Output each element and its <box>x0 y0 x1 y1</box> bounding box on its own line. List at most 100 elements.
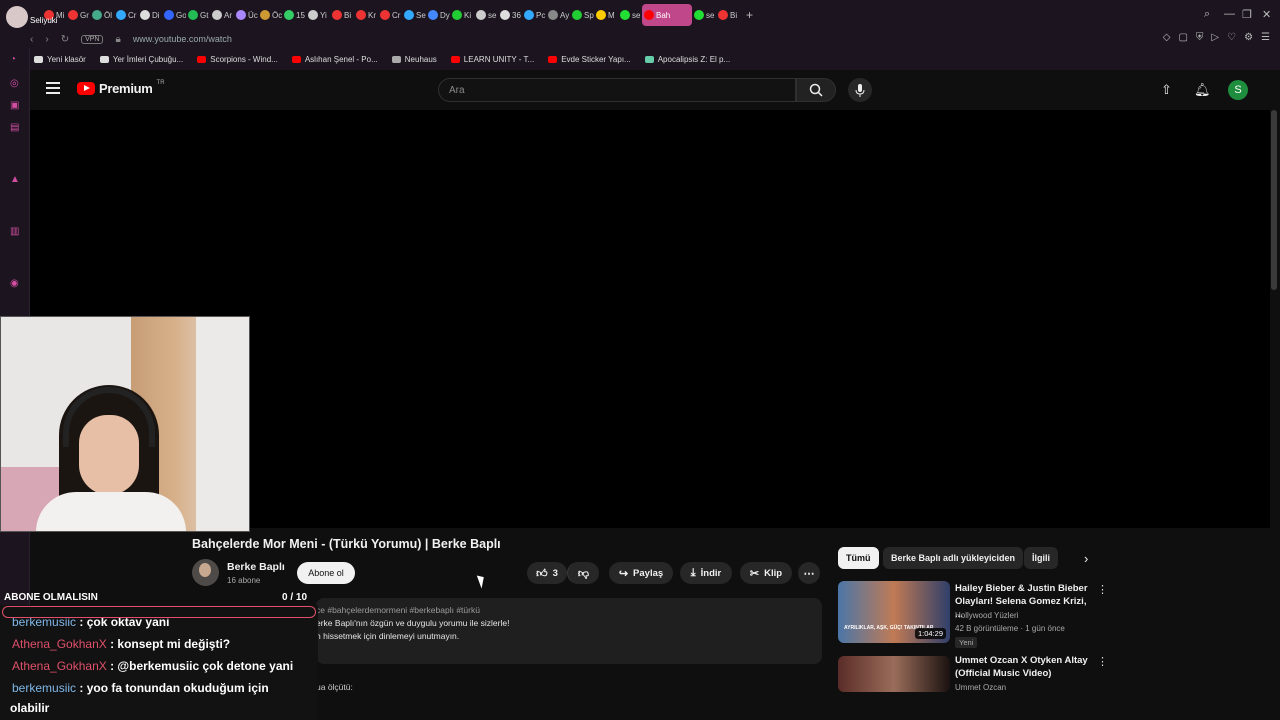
browser-tab[interactable]: Pc <box>522 4 546 26</box>
browser-tab[interactable]: Se <box>402 4 426 26</box>
browser-tab[interactable]: Öc <box>258 4 282 26</box>
browser-tab[interactable]: Bi <box>716 4 740 26</box>
subscriber-goal-label: ABONE OLMALISIN <box>4 592 98 603</box>
browser-tab[interactable]: Di <box>138 4 162 26</box>
heart-icon[interactable]: ♡ <box>1227 32 1236 43</box>
bookmarks-bar: Yeni klasör Yer İmleri Çubuğu... Scorpions… <box>0 48 1280 70</box>
bookmark-item[interactable]: Aslıhan Şenel - Po... <box>291 55 378 64</box>
channel-avatar[interactable] <box>192 559 219 586</box>
description-tags: ce #bahçelerdemormeni #berkebaplı #türkü <box>316 605 480 615</box>
page-scrollbar[interactable] <box>1271 110 1277 290</box>
related-thumbnail-1[interactable]: AYRILIKLAR, AŞK, GÜÇ! TAKINTILAR 1:04:29 <box>838 581 950 643</box>
profile-label: Seliyuki <box>30 16 58 25</box>
notifications-bell-icon[interactable]: 🔔︎ <box>1194 82 1211 98</box>
vpn-badge[interactable]: VPN <box>81 34 104 44</box>
shield-icon[interactable]: ⛨ <box>1196 32 1204 43</box>
bookmark-item[interactable]: Scorpions - Wind... <box>197 55 278 64</box>
chip-all[interactable]: Tümü <box>838 547 879 569</box>
like-button[interactable]: 👍︎ 3 <box>527 562 567 584</box>
browser-tab[interactable]: Üc <box>234 4 258 26</box>
browser-tab[interactable]: Sp <box>570 4 594 26</box>
minimize-icon[interactable]: — <box>1224 8 1235 20</box>
bookmark-item[interactable]: Apocalipsis Z: El p... <box>644 54 731 64</box>
browser-tab[interactable]: Cr <box>114 4 138 26</box>
url-field[interactable]: www.youtube.com/watch <box>133 34 232 44</box>
chip-from-uploader[interactable]: Berke Baplı adlı yükleyiciden <box>883 547 1024 569</box>
dislike-button[interactable]: 👎︎ <box>567 562 599 584</box>
youtube-logo[interactable]: Premium TR <box>77 80 165 96</box>
sidebar-history-icon[interactable]: ◔ <box>10 54 16 65</box>
bookmark-label: Apocalipsis Z: El p... <box>657 54 731 64</box>
search-button[interactable] <box>796 78 836 102</box>
browser-tab[interactable]: se <box>474 4 498 26</box>
browser-tab[interactable]: Go <box>162 4 186 26</box>
sidebar-player-icon[interactable]: ◉ <box>10 278 19 289</box>
bookmark-item[interactable]: Neuhaus <box>391 55 437 64</box>
browser-tab[interactable]: Ar <box>210 4 234 26</box>
forward-icon[interactable]: › <box>45 34 48 45</box>
bookmark-item[interactable]: Evde Sticker Yapı... <box>548 55 631 64</box>
reload-icon[interactable]: ↻ <box>61 34 69 45</box>
browser-tab[interactable]: Ay <box>546 4 570 26</box>
more-vertical-icon[interactable]: ⋮ <box>1097 655 1108 668</box>
voice-search-button[interactable] <box>848 78 872 102</box>
browser-tab[interactable]: Cr <box>378 4 402 26</box>
upload-icon[interactable]: ⇧ <box>1161 82 1172 98</box>
tab-label: Öl <box>104 10 112 20</box>
share-button[interactable]: ↪ Paylaş <box>609 562 673 584</box>
channel-name[interactable]: Berke Baplı <box>227 561 285 573</box>
browser-tab[interactable]: Bi <box>330 4 354 26</box>
bookmark-item[interactable]: Yer İmleri Çubuğu... <box>99 55 183 64</box>
bookmark-icon[interactable]: ◇ <box>1163 32 1171 43</box>
browser-tab[interactable]: M <box>594 4 618 26</box>
download-button[interactable]: ⤓ İndir <box>680 562 732 584</box>
browser-tab[interactable]: se <box>618 4 642 26</box>
browser-profile-avatar[interactable] <box>6 6 28 28</box>
browser-tab[interactable]: Kr <box>354 4 378 26</box>
player-icon[interactable]: ▷ <box>1211 32 1219 43</box>
browser-tab[interactable]: Yi <box>306 4 330 26</box>
browser-tab[interactable]: 15 <box>282 4 306 26</box>
new-tab-icon[interactable]: + <box>746 8 753 22</box>
account-avatar[interactable]: S <box>1228 80 1248 100</box>
sidebar-messenger-icon[interactable]: ◎ <box>10 78 19 89</box>
sidebar-whatsapp-icon[interactable]: ▣ <box>10 100 19 111</box>
snapshot-icon[interactable]: ▢ <box>1178 32 1187 43</box>
extensions-icon[interactable]: ☰ <box>1261 32 1270 43</box>
browser-tab[interactable]: Gr <box>66 4 90 26</box>
video-description[interactable]: ce #bahçelerdemormeni #berkebaplı #türkü… <box>316 598 822 664</box>
related-thumbnail-2[interactable] <box>838 656 950 692</box>
related-channel-1[interactable]: Hollywood Yüzleri <box>955 611 1018 620</box>
bookmark-item[interactable]: Yeni klasör <box>34 55 86 64</box>
maximize-icon[interactable]: ❐ <box>1242 8 1252 21</box>
browser-tab[interactable]: Dy <box>426 4 450 26</box>
close-window-icon[interactable]: ✕ <box>1262 8 1271 21</box>
hamburger-menu-icon[interactable] <box>46 82 60 97</box>
browser-tab[interactable]: se <box>692 4 716 26</box>
tab-label: Yi <box>320 10 327 20</box>
search-icon <box>809 83 823 97</box>
more-actions-button[interactable]: ⋯ <box>798 562 820 584</box>
sidebar-m-icon[interactable]: ▤ <box>10 122 19 133</box>
chevron-right-icon[interactable]: › <box>1084 551 1088 566</box>
browser-tab[interactable]: Gt <box>186 4 210 26</box>
easy-setup-icon[interactable]: ⚙ <box>1244 32 1253 43</box>
sidebar-twitch-icon[interactable]: ▥ <box>10 226 19 237</box>
related-channel-2[interactable]: Ummet Ozcan <box>955 683 1006 692</box>
search-input[interactable]: Ara <box>438 78 796 102</box>
more-vertical-icon[interactable]: ⋮ <box>1097 583 1108 596</box>
bookmark-label: LEARN UNITY - T... <box>463 54 535 64</box>
browser-tab[interactable]: 36 <box>498 4 522 26</box>
subscribe-button[interactable]: Abone ol <box>297 562 355 584</box>
tab-label: 36 <box>512 10 521 20</box>
chip-related[interactable]: İlgili <box>1024 547 1058 569</box>
sidebar-aria-icon[interactable]: ▲ <box>10 174 20 185</box>
browser-tab-active[interactable]: Bah <box>642 4 692 26</box>
clip-button[interactable]: ✂ Klip <box>740 562 792 584</box>
search-tabs-icon[interactable]: ⌕ <box>1204 8 1210 21</box>
browser-tab[interactable]: Öl <box>90 4 114 26</box>
back-icon[interactable]: ‹ <box>30 34 33 45</box>
browser-tab[interactable]: Ki <box>450 4 474 26</box>
related-title-2[interactable]: Ummet Ozcan X Otyken Altay (Official Mus… <box>955 654 1091 680</box>
bookmark-item[interactable]: LEARN UNITY - T... <box>450 54 535 64</box>
